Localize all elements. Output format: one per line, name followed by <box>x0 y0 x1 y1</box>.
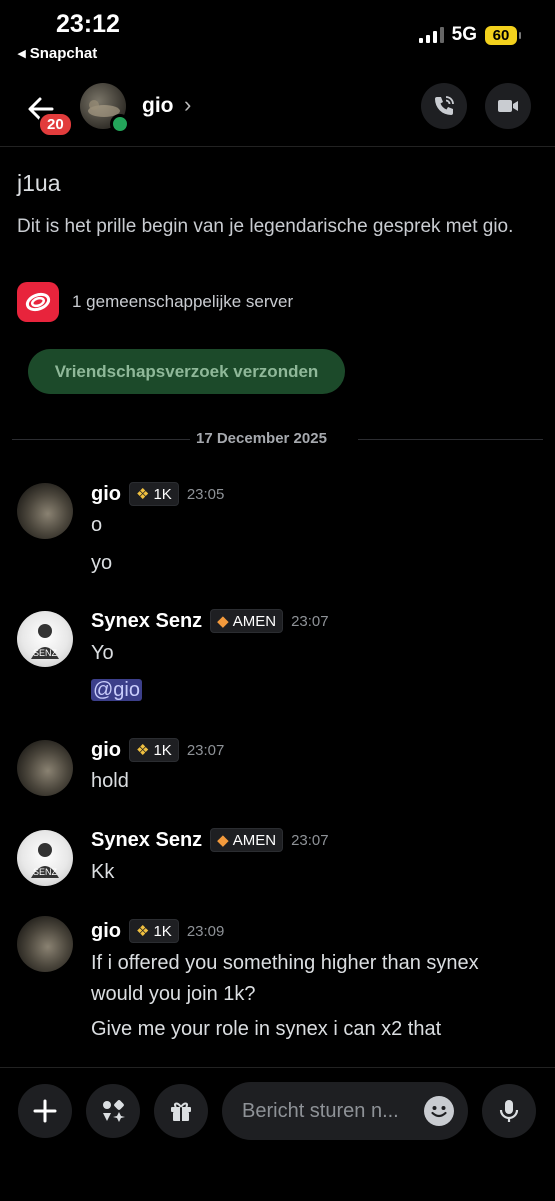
apps-button[interactable] <box>86 1084 140 1138</box>
mic-icon <box>499 1100 519 1122</box>
friend-request-sent-button[interactable]: Vriendschapsverzoek verzonden <box>28 349 345 394</box>
voice-message-button[interactable] <box>482 1084 536 1138</box>
server-tag[interactable]: ❖ 1K <box>129 738 179 762</box>
message-header: gio ❖ 1K 23:07 <box>91 738 224 762</box>
status-indicators: 5G 60 <box>418 24 521 46</box>
chat-header: 20 gio › <box>0 70 555 147</box>
user-handle: j1ua <box>17 170 61 196</box>
divider <box>12 439 190 440</box>
add-attachment-button[interactable] <box>18 1084 72 1138</box>
message-composer <box>0 1067 555 1201</box>
message-header: Synex Senz ◆ AMEN 23:07 <box>91 828 329 852</box>
intro-description: Dit is het prille begin van je legendari… <box>17 216 514 237</box>
server-logo-icon <box>25 292 51 312</box>
signal-icon <box>418 27 444 43</box>
avatar[interactable] <box>17 483 73 539</box>
message-timestamp: 23:07 <box>291 612 329 630</box>
message-text: hold <box>91 770 129 792</box>
unread-badge: 20 <box>38 112 73 137</box>
message-text: would you join 1k? <box>91 983 256 1005</box>
gift-button[interactable] <box>154 1084 208 1138</box>
battery-icon: 60 <box>485 25 521 45</box>
online-status-dot <box>110 114 130 134</box>
server-tag[interactable]: ❖ 1K <box>129 482 179 506</box>
gem-icon: ◆ <box>217 832 229 849</box>
video-call-button[interactable] <box>485 83 531 129</box>
message-author[interactable]: Synex Senz <box>91 829 202 852</box>
svg-text:SENZ: SENZ <box>33 867 58 877</box>
server-tag-label: 1K <box>153 922 172 940</box>
chat-name[interactable]: gio <box>142 94 174 118</box>
message-author[interactable]: gio <box>91 739 121 762</box>
date-divider: 17 December 2025 <box>196 430 327 447</box>
back-to-app-link[interactable]: ◂ Snapchat <box>18 44 97 62</box>
coins-icon: ❖ <box>136 486 150 503</box>
avatar[interactable]: SENZ <box>17 830 73 886</box>
coins-icon: ❖ <box>136 923 150 940</box>
server-tag-label: AMEN <box>232 831 277 849</box>
message-text: o <box>91 514 103 536</box>
server-tag[interactable]: ◆ AMEN <box>210 609 284 633</box>
message-text: yo <box>91 552 113 574</box>
message-text: If i offered you something higher than s… <box>91 952 479 974</box>
server-tag-label: 1K <box>153 485 172 503</box>
voice-call-button[interactable] <box>421 83 467 129</box>
server-tag-label: AMEN <box>232 612 277 630</box>
server-tag-label: 1K <box>153 741 172 759</box>
message-header: Synex Senz ◆ AMEN 23:07 <box>91 609 329 633</box>
plus-icon <box>33 1099 57 1123</box>
gift-icon <box>171 1102 191 1121</box>
emoji-button[interactable] <box>424 1096 454 1126</box>
mutual-servers-link[interactable]: 1 gemeenschappelijke server <box>72 292 293 312</box>
server-icon[interactable] <box>17 282 59 322</box>
apps-icon <box>103 1100 125 1122</box>
video-icon <box>498 100 518 112</box>
message-timestamp: 23:07 <box>291 831 329 849</box>
user-mention[interactable]: @gio <box>91 679 142 701</box>
message-timestamp: 23:05 <box>186 485 225 503</box>
battery-level: 60 <box>492 26 510 44</box>
gem-icon: ◆ <box>217 613 229 630</box>
message-author[interactable]: gio <box>91 920 121 943</box>
emoji-icon <box>431 1106 447 1118</box>
message-timestamp: 23:07 <box>186 741 225 759</box>
message-author[interactable]: Synex Senz <box>91 610 202 633</box>
server-tag[interactable]: ◆ AMEN <box>210 828 284 852</box>
mention-text[interactable]: @gio <box>91 679 142 702</box>
phone-icon <box>435 96 454 115</box>
message-header: gio ❖ 1K 23:09 <box>91 919 224 943</box>
network-type: 5G <box>451 24 477 45</box>
message-timestamp: 23:09 <box>186 922 225 940</box>
avatar[interactable] <box>17 916 73 972</box>
message-author[interactable]: gio <box>91 483 121 506</box>
avatar[interactable] <box>17 740 73 796</box>
status-time: 23:12 <box>56 10 120 38</box>
divider <box>358 439 543 440</box>
message-text: Kk <box>91 861 115 883</box>
message-header: gio ❖ 1K 23:05 <box>91 482 224 506</box>
message-text: Yo <box>91 642 114 664</box>
chevron-right-icon[interactable]: › <box>184 92 191 118</box>
coins-icon: ❖ <box>136 742 150 759</box>
message-text: Give me your role in synex i can x2 that <box>91 1018 442 1040</box>
server-tag[interactable]: ❖ 1K <box>129 919 179 943</box>
avatar[interactable]: SENZ <box>17 611 73 667</box>
svg-text:SENZ: SENZ <box>33 648 58 658</box>
